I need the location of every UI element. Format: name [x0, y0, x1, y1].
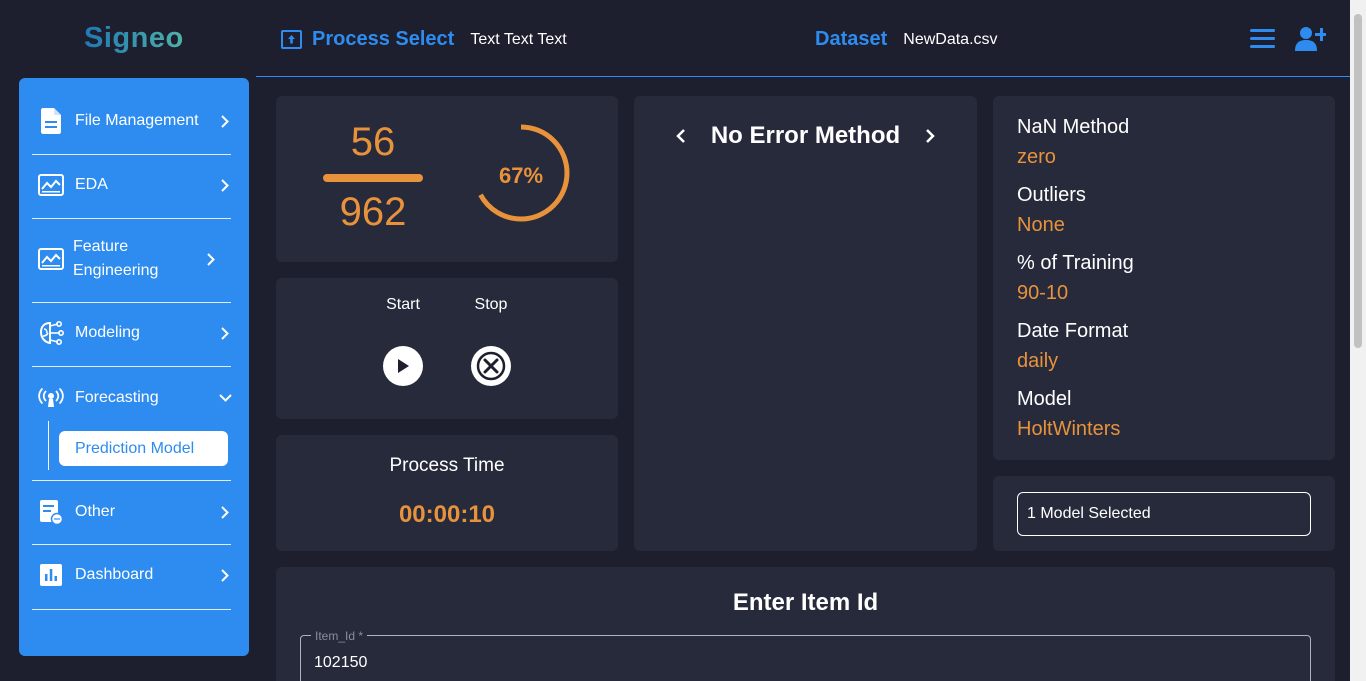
- item-id-card: Enter Item Id Item_Id *: [276, 567, 1335, 681]
- item-id-title: Enter Item Id: [732, 589, 879, 616]
- sidebar-item-file-management[interactable]: File Management: [32, 106, 263, 136]
- sidebar-divider: [32, 544, 231, 545]
- error-method-card: No Error Method: [634, 96, 977, 551]
- chevron-right-icon: [201, 252, 221, 266]
- nan-method-label: NaN Method: [1017, 116, 1130, 138]
- sidebar-item-feature-engineering[interactable]: Feature Engineering: [32, 234, 263, 284]
- item-id-input[interactable]: [314, 654, 1214, 672]
- process-select-title: Process Select: [312, 28, 455, 50]
- form-chat-icon: [38, 499, 64, 525]
- chevron-right-icon: [215, 568, 235, 582]
- sidebar-divider: [32, 366, 231, 367]
- sidebar-item-eda[interactable]: EDA: [32, 170, 263, 200]
- page-scrollbar[interactable]: [1350, 0, 1366, 681]
- submenu-guide-line: [48, 421, 49, 470]
- chart-image-icon: [38, 172, 64, 198]
- sidebar-divider: [32, 302, 231, 303]
- process-time-title: Process Time: [389, 455, 505, 476]
- file-icon: [38, 108, 64, 134]
- header-divider: [256, 76, 1350, 77]
- process-time-value: 00:00:10: [398, 501, 496, 528]
- process-select[interactable]: Process Select Text Text Text: [281, 28, 567, 51]
- model-label: Model: [1017, 388, 1072, 410]
- dataset-filename: NewData.csv: [903, 30, 998, 48]
- training-value: 90-10: [1017, 282, 1069, 304]
- sidebar-item-dashboard[interactable]: Dashboard: [32, 560, 263, 590]
- dataset-indicator: Dataset NewData.csv: [815, 28, 998, 51]
- model-select-card: 1 Model Selected: [993, 476, 1335, 551]
- sidebar-divider: [32, 218, 231, 219]
- progress-done-count: 56: [350, 120, 396, 164]
- date-format-label: Date Format: [1017, 320, 1129, 342]
- progress-card: 56 962 67%: [276, 96, 618, 262]
- scrollbar-thumb[interactable]: [1354, 14, 1362, 348]
- sidebar-subitem-prediction-model[interactable]: Prediction Model: [59, 431, 228, 466]
- chevron-left-icon[interactable]: [671, 128, 691, 144]
- app-logo: Signeo: [84, 22, 184, 54]
- close-icon: [476, 351, 506, 381]
- sidebar-divider: [32, 480, 231, 481]
- sidebar-item-modeling[interactable]: Modeling: [32, 318, 263, 348]
- sidebar-divider: [32, 609, 231, 610]
- chevron-right-icon: [215, 178, 235, 192]
- sidebar-item-label: Modeling: [75, 324, 140, 341]
- nan-method-value: zero: [1017, 146, 1056, 168]
- sidebar-item-label: Feature Engineering: [73, 238, 159, 279]
- model-select-dropdown[interactable]: 1 Model Selected: [1017, 492, 1311, 536]
- sidebar-item-other[interactable]: Other: [32, 497, 263, 527]
- start-label: Start: [386, 296, 420, 313]
- fraction-bar: [323, 174, 423, 182]
- config-card: NaN Method zero Outliers None % of Train…: [993, 96, 1335, 460]
- chevron-right-icon: [215, 505, 235, 519]
- progress-percent: 67%: [498, 163, 544, 188]
- bar-chart-icon: [38, 562, 64, 588]
- sidebar-divider: [32, 154, 231, 155]
- process-select-subtitle: Text Text Text: [470, 30, 567, 48]
- upload-box-icon: [281, 30, 302, 49]
- item-id-label: Item_Id *: [311, 629, 368, 643]
- error-method-switcher: No Error Method: [634, 122, 977, 150]
- sidebar-item-label: EDA: [75, 176, 108, 193]
- sidebar-item-forecasting[interactable]: Forecasting: [32, 383, 263, 413]
- sidebar-item-label: Other: [75, 503, 116, 520]
- chevron-right-icon: [215, 114, 235, 128]
- add-user-icon[interactable]: [1295, 26, 1328, 57]
- chevron-right-icon[interactable]: [920, 128, 940, 144]
- training-label: % of Training: [1017, 252, 1134, 274]
- dataset-label: Dataset: [815, 28, 888, 50]
- sidebar-item-label: Dashboard: [75, 566, 154, 583]
- broadcast-icon: [38, 385, 64, 411]
- date-format-value: daily: [1017, 350, 1059, 372]
- play-icon: [398, 359, 409, 373]
- model-value: HoltWinters: [1017, 418, 1121, 440]
- hamburger-menu-icon[interactable]: [1250, 29, 1275, 49]
- item-id-field: Item_Id *: [300, 629, 1311, 681]
- sidebar-item-label: File Management: [75, 112, 199, 129]
- chevron-down-icon: [215, 394, 235, 402]
- sidebar-item-label: Forecasting: [75, 389, 159, 406]
- brain-network-icon: [38, 320, 64, 346]
- outliers-value: None: [1017, 214, 1065, 236]
- outliers-label: Outliers: [1017, 184, 1086, 206]
- sidebar: File Management EDA Feature Engineering …: [19, 78, 249, 656]
- process-time-card: Process Time 00:00:10: [276, 435, 618, 551]
- start-button[interactable]: [383, 346, 423, 386]
- progress-total-count: 962: [339, 190, 407, 234]
- stop-button[interactable]: [471, 346, 511, 386]
- controls-card: Start Stop: [276, 278, 618, 419]
- chart-image-icon: [38, 246, 64, 272]
- chevron-right-icon: [215, 326, 235, 340]
- stop-label: Stop: [474, 296, 508, 313]
- error-method-title: No Error Method: [710, 122, 901, 149]
